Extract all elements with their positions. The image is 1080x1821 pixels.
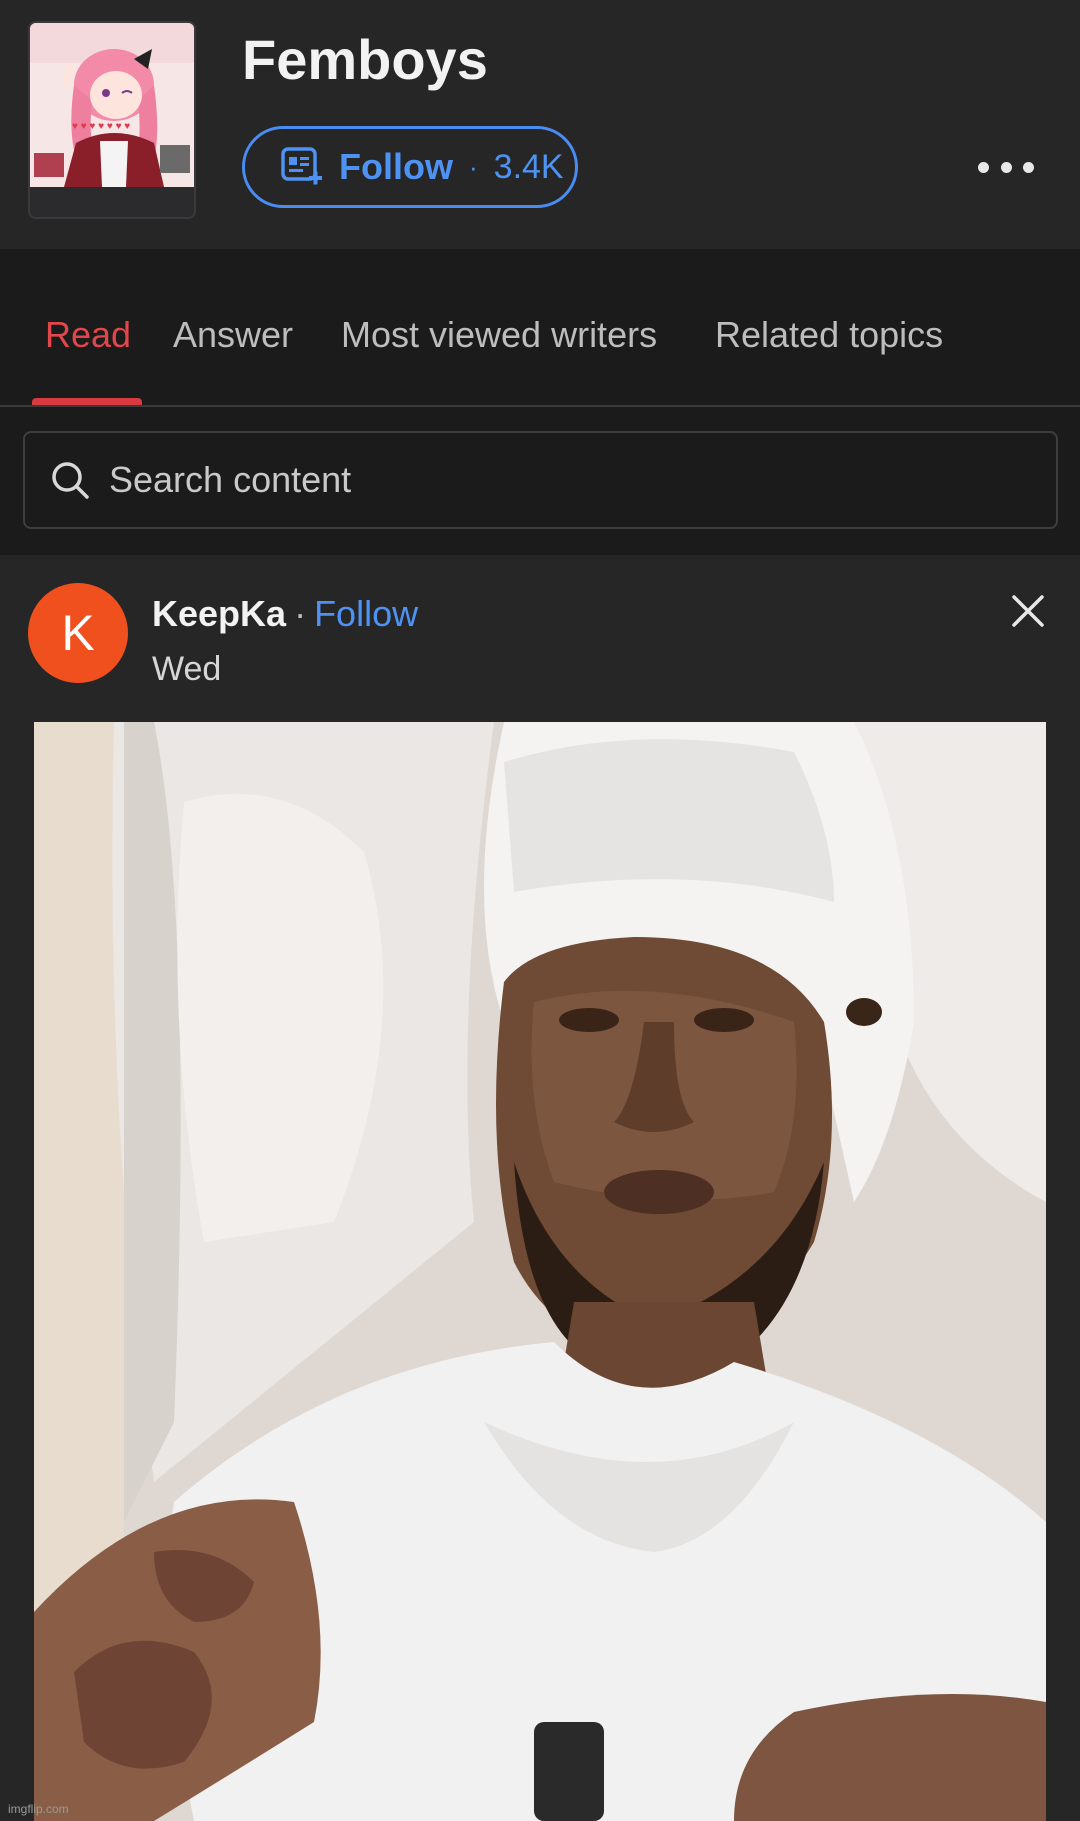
search-input[interactable] bbox=[107, 458, 1011, 502]
tab-related-topics[interactable]: Related topics bbox=[715, 314, 943, 356]
more-options-button[interactable] bbox=[978, 150, 1034, 184]
topic-tabs: Read Answer Most viewed writers Related … bbox=[0, 249, 1080, 407]
svg-text:♥ ♥ ♥ ♥ ♥ ♥ ♥: ♥ ♥ ♥ ♥ ♥ ♥ ♥ bbox=[72, 121, 130, 132]
author-separator: · bbox=[294, 593, 307, 634]
author-name[interactable]: KeepKa bbox=[152, 593, 286, 635]
tab-read[interactable]: Read bbox=[45, 314, 131, 356]
watermark: imgflip.com bbox=[8, 1802, 69, 1816]
post-card: K KeepKa · Follow Wed bbox=[0, 555, 1080, 1821]
close-icon[interactable] bbox=[1008, 591, 1048, 631]
anime-topic-image: ♥ ♥ ♥ ♥ ♥ ♥ ♥ bbox=[30, 23, 194, 217]
more-dot-icon bbox=[978, 161, 989, 173]
tab-most-viewed-writers[interactable]: Most viewed writers bbox=[341, 314, 657, 356]
photo-man-white-shirt bbox=[34, 722, 1046, 1821]
follow-topic-icon bbox=[281, 147, 322, 185]
follower-count: 3.4K bbox=[493, 147, 564, 186]
search-icon bbox=[52, 462, 89, 499]
author-avatar[interactable]: K bbox=[28, 583, 128, 683]
follow-separator: · bbox=[468, 151, 478, 182]
topic-header: ♥ ♥ ♥ ♥ ♥ ♥ ♥ Femboys Follow · 3.4K bbox=[0, 0, 1080, 249]
search-box[interactable] bbox=[23, 431, 1058, 529]
post-image[interactable] bbox=[34, 722, 1046, 1821]
topic-image[interactable]: ♥ ♥ ♥ ♥ ♥ ♥ ♥ bbox=[28, 21, 196, 219]
more-dot-icon bbox=[1000, 161, 1012, 173]
follow-topic-label: Follow bbox=[339, 146, 453, 187]
topic-title: Femboys bbox=[242, 28, 488, 91]
author-line: KeepKa · Follow bbox=[152, 593, 418, 635]
follow-topic-button[interactable]: Follow · 3.4K bbox=[242, 126, 578, 208]
search-area bbox=[0, 407, 1080, 555]
active-tab-indicator bbox=[32, 398, 142, 405]
post-date: Wed bbox=[152, 650, 222, 688]
tab-answer[interactable]: Answer bbox=[173, 314, 293, 356]
follow-author-button[interactable]: Follow bbox=[314, 593, 418, 635]
more-dot-icon bbox=[1023, 161, 1034, 173]
